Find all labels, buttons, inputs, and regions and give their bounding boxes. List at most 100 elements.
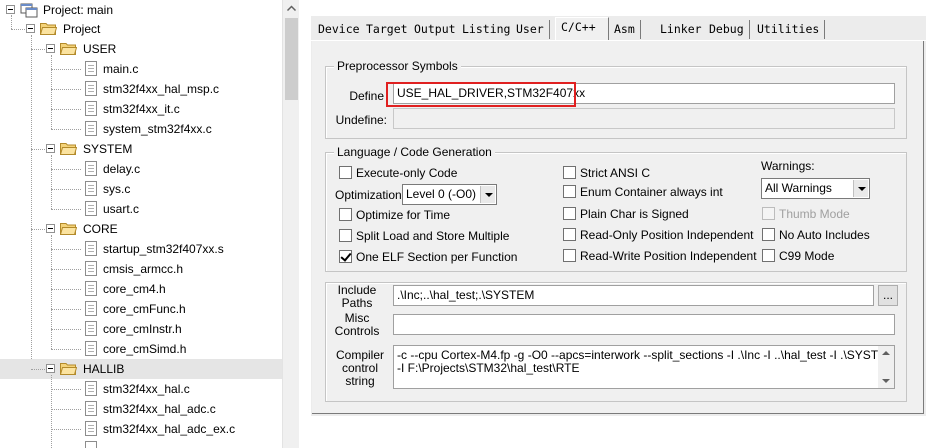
tree-file[interactable]: stm32f4xx_it.c	[0, 99, 282, 119]
tab-debug[interactable]: Debug	[704, 20, 750, 39]
scroll-up-arrow-icon[interactable]	[882, 351, 890, 355]
tab-target[interactable]: Target	[361, 20, 414, 39]
tree-file[interactable]: system_stm32f4xx.c	[0, 119, 282, 139]
tree-root-label: Project: main	[43, 3, 114, 17]
misc-controls-input[interactable]	[393, 314, 895, 335]
tab-user[interactable]: User	[511, 20, 550, 39]
tree-file[interactable]: sys.c	[0, 179, 282, 199]
tree-file[interactable]: startup_stm32f407xx.s	[0, 239, 282, 259]
include-label-line: Include	[337, 283, 377, 297]
no-auto-includes-checkbox[interactable]	[762, 228, 775, 241]
folder-open-icon	[60, 223, 77, 235]
tab-linker[interactable]: Linker	[655, 20, 708, 39]
chevron-down-icon[interactable]	[853, 180, 868, 197]
thumb-mode-checkbox	[762, 207, 775, 220]
include-paths-input[interactable]: .\Inc;..\hal_test;.\SYSTEM	[393, 285, 874, 306]
undefine-input[interactable]	[393, 108, 895, 129]
plain-char-checkbox[interactable]	[563, 207, 576, 220]
tree-file[interactable]: core_cm4.h	[0, 279, 282, 299]
tree-file-label: core_cmInstr.h	[103, 322, 182, 336]
c-file-icon	[85, 181, 97, 196]
header-file-icon	[85, 321, 97, 336]
collapse-toggle-icon[interactable]	[26, 24, 35, 33]
one-elf-checkbox[interactable]	[339, 250, 352, 263]
collapse-toggle-icon[interactable]	[46, 364, 55, 373]
include-label-line: Paths	[341, 296, 373, 310]
optimize-time-checkbox[interactable]	[339, 208, 352, 221]
folder-open-icon	[40, 23, 57, 35]
tree-scrollbar[interactable]	[282, 0, 299, 448]
enum-container-checkbox[interactable]	[563, 185, 576, 198]
include-browse-button[interactable]: ...	[878, 285, 898, 306]
c-file-icon	[85, 81, 97, 96]
project-tree[interactable]: Project: main Project USER main.c stm32f…	[0, 0, 282, 448]
tree-file-label: main.c	[103, 62, 139, 76]
execute-only-checkbox[interactable]	[339, 166, 352, 179]
project-window-icon	[20, 3, 38, 18]
c-file-icon	[85, 101, 97, 116]
tree-file[interactable]: core_cmSimd.h	[0, 339, 282, 359]
collapse-toggle-icon[interactable]	[6, 5, 15, 14]
tree-file-label: delay.c	[103, 162, 141, 176]
tree-file-label: cmsis_armcc.h	[103, 262, 184, 276]
tree-file-label: core_cmFunc.h	[103, 302, 186, 316]
rw-position-label: Read-Write Position Independent	[580, 249, 757, 263]
no-auto-includes-label: No Auto Includes	[779, 228, 870, 242]
c-file-icon	[85, 201, 97, 216]
c-file-icon	[85, 421, 97, 436]
collapse-toggle-icon[interactable]	[46, 224, 55, 233]
tree-file[interactable]: main.c	[0, 59, 282, 79]
tab-c-cpp[interactable]: C/C++	[555, 17, 609, 41]
rw-position-checkbox[interactable]	[563, 249, 576, 262]
tree-file-label: system_stm32f4xx.c	[103, 122, 212, 136]
tab-output[interactable]: Output	[409, 20, 462, 39]
c99-mode-label: C99 Mode	[779, 249, 835, 263]
tree-group-core[interactable]: CORE	[0, 219, 282, 239]
chevron-down-icon[interactable]	[480, 186, 495, 203]
strict-ansi-label: Strict ANSI C	[580, 166, 651, 180]
scroll-down-arrow-icon[interactable]	[882, 379, 890, 383]
c99-mode-checkbox[interactable]	[762, 249, 775, 262]
ro-position-checkbox[interactable]	[563, 228, 576, 241]
compiler-control-string[interactable]: -c --cpu Cortex-M4.fp -g -O0 --apcs=inte…	[393, 345, 895, 389]
tree-file[interactable]: core_cmInstr.h	[0, 319, 282, 339]
strict-ansi-checkbox[interactable]	[563, 166, 576, 179]
tree-file[interactable]: stm32f4xx_hal_msp.c	[0, 79, 282, 99]
scrollbar-thumb[interactable]	[285, 18, 298, 100]
c-file-icon	[85, 381, 97, 396]
tab-listing[interactable]: Listing	[457, 20, 517, 39]
tree-group-hallib[interactable]: HALLIB	[0, 359, 282, 379]
tree-file[interactable]: cmsis_armcc.h	[0, 259, 282, 279]
tree-file[interactable]: stm32f4xx_hal.c	[0, 379, 282, 399]
optimize-time-label: Optimize for Time	[356, 208, 451, 222]
collapse-toggle-icon[interactable]	[46, 44, 55, 53]
tree-file[interactable]: stm32f4xx_hal_adc_ex.c	[0, 419, 282, 439]
header-file-icon	[85, 281, 97, 296]
tab-utilities[interactable]: Utilities	[752, 20, 826, 39]
tree-project[interactable]: Project	[0, 19, 282, 39]
compiler-control-label: Compiler control string	[334, 349, 386, 388]
ro-position-label: Read-Only Position Independent	[580, 228, 754, 242]
tree-root[interactable]: Project: main	[0, 0, 282, 20]
optimization-select[interactable]: Level 0 (-O0)	[402, 184, 497, 205]
tab-device[interactable]: Device	[313, 20, 366, 39]
collapse-toggle-icon[interactable]	[46, 144, 55, 153]
compiler-string-scrollbar[interactable]	[878, 346, 894, 388]
compiler-label-line: Compiler	[335, 348, 384, 362]
tree-file-label: core_cmSimd.h	[103, 342, 187, 356]
tree-file[interactable]: delay.c	[0, 159, 282, 179]
tree-file[interactable]: core_cmFunc.h	[0, 299, 282, 319]
warnings-select[interactable]: All Warnings	[761, 178, 870, 199]
optimization-label: Optimization:	[335, 188, 406, 202]
tree-file-label: sys.c	[103, 182, 131, 196]
header-file-icon	[85, 261, 97, 276]
tree-group-user[interactable]: USER	[0, 39, 282, 59]
tree-group-system[interactable]: SYSTEM	[0, 139, 282, 159]
scroll-up-arrow-icon[interactable]	[283, 0, 300, 17]
tab-asm[interactable]: Asm	[609, 20, 641, 39]
split-load-checkbox[interactable]	[339, 229, 352, 242]
tree-group-label: CORE	[83, 222, 118, 236]
tree-file[interactable]: usart.c	[0, 199, 282, 219]
tree-file[interactable]: stm32f4xx_hal_adc.c	[0, 399, 282, 419]
split-load-label: Split Load and Store Multiple	[356, 229, 510, 243]
